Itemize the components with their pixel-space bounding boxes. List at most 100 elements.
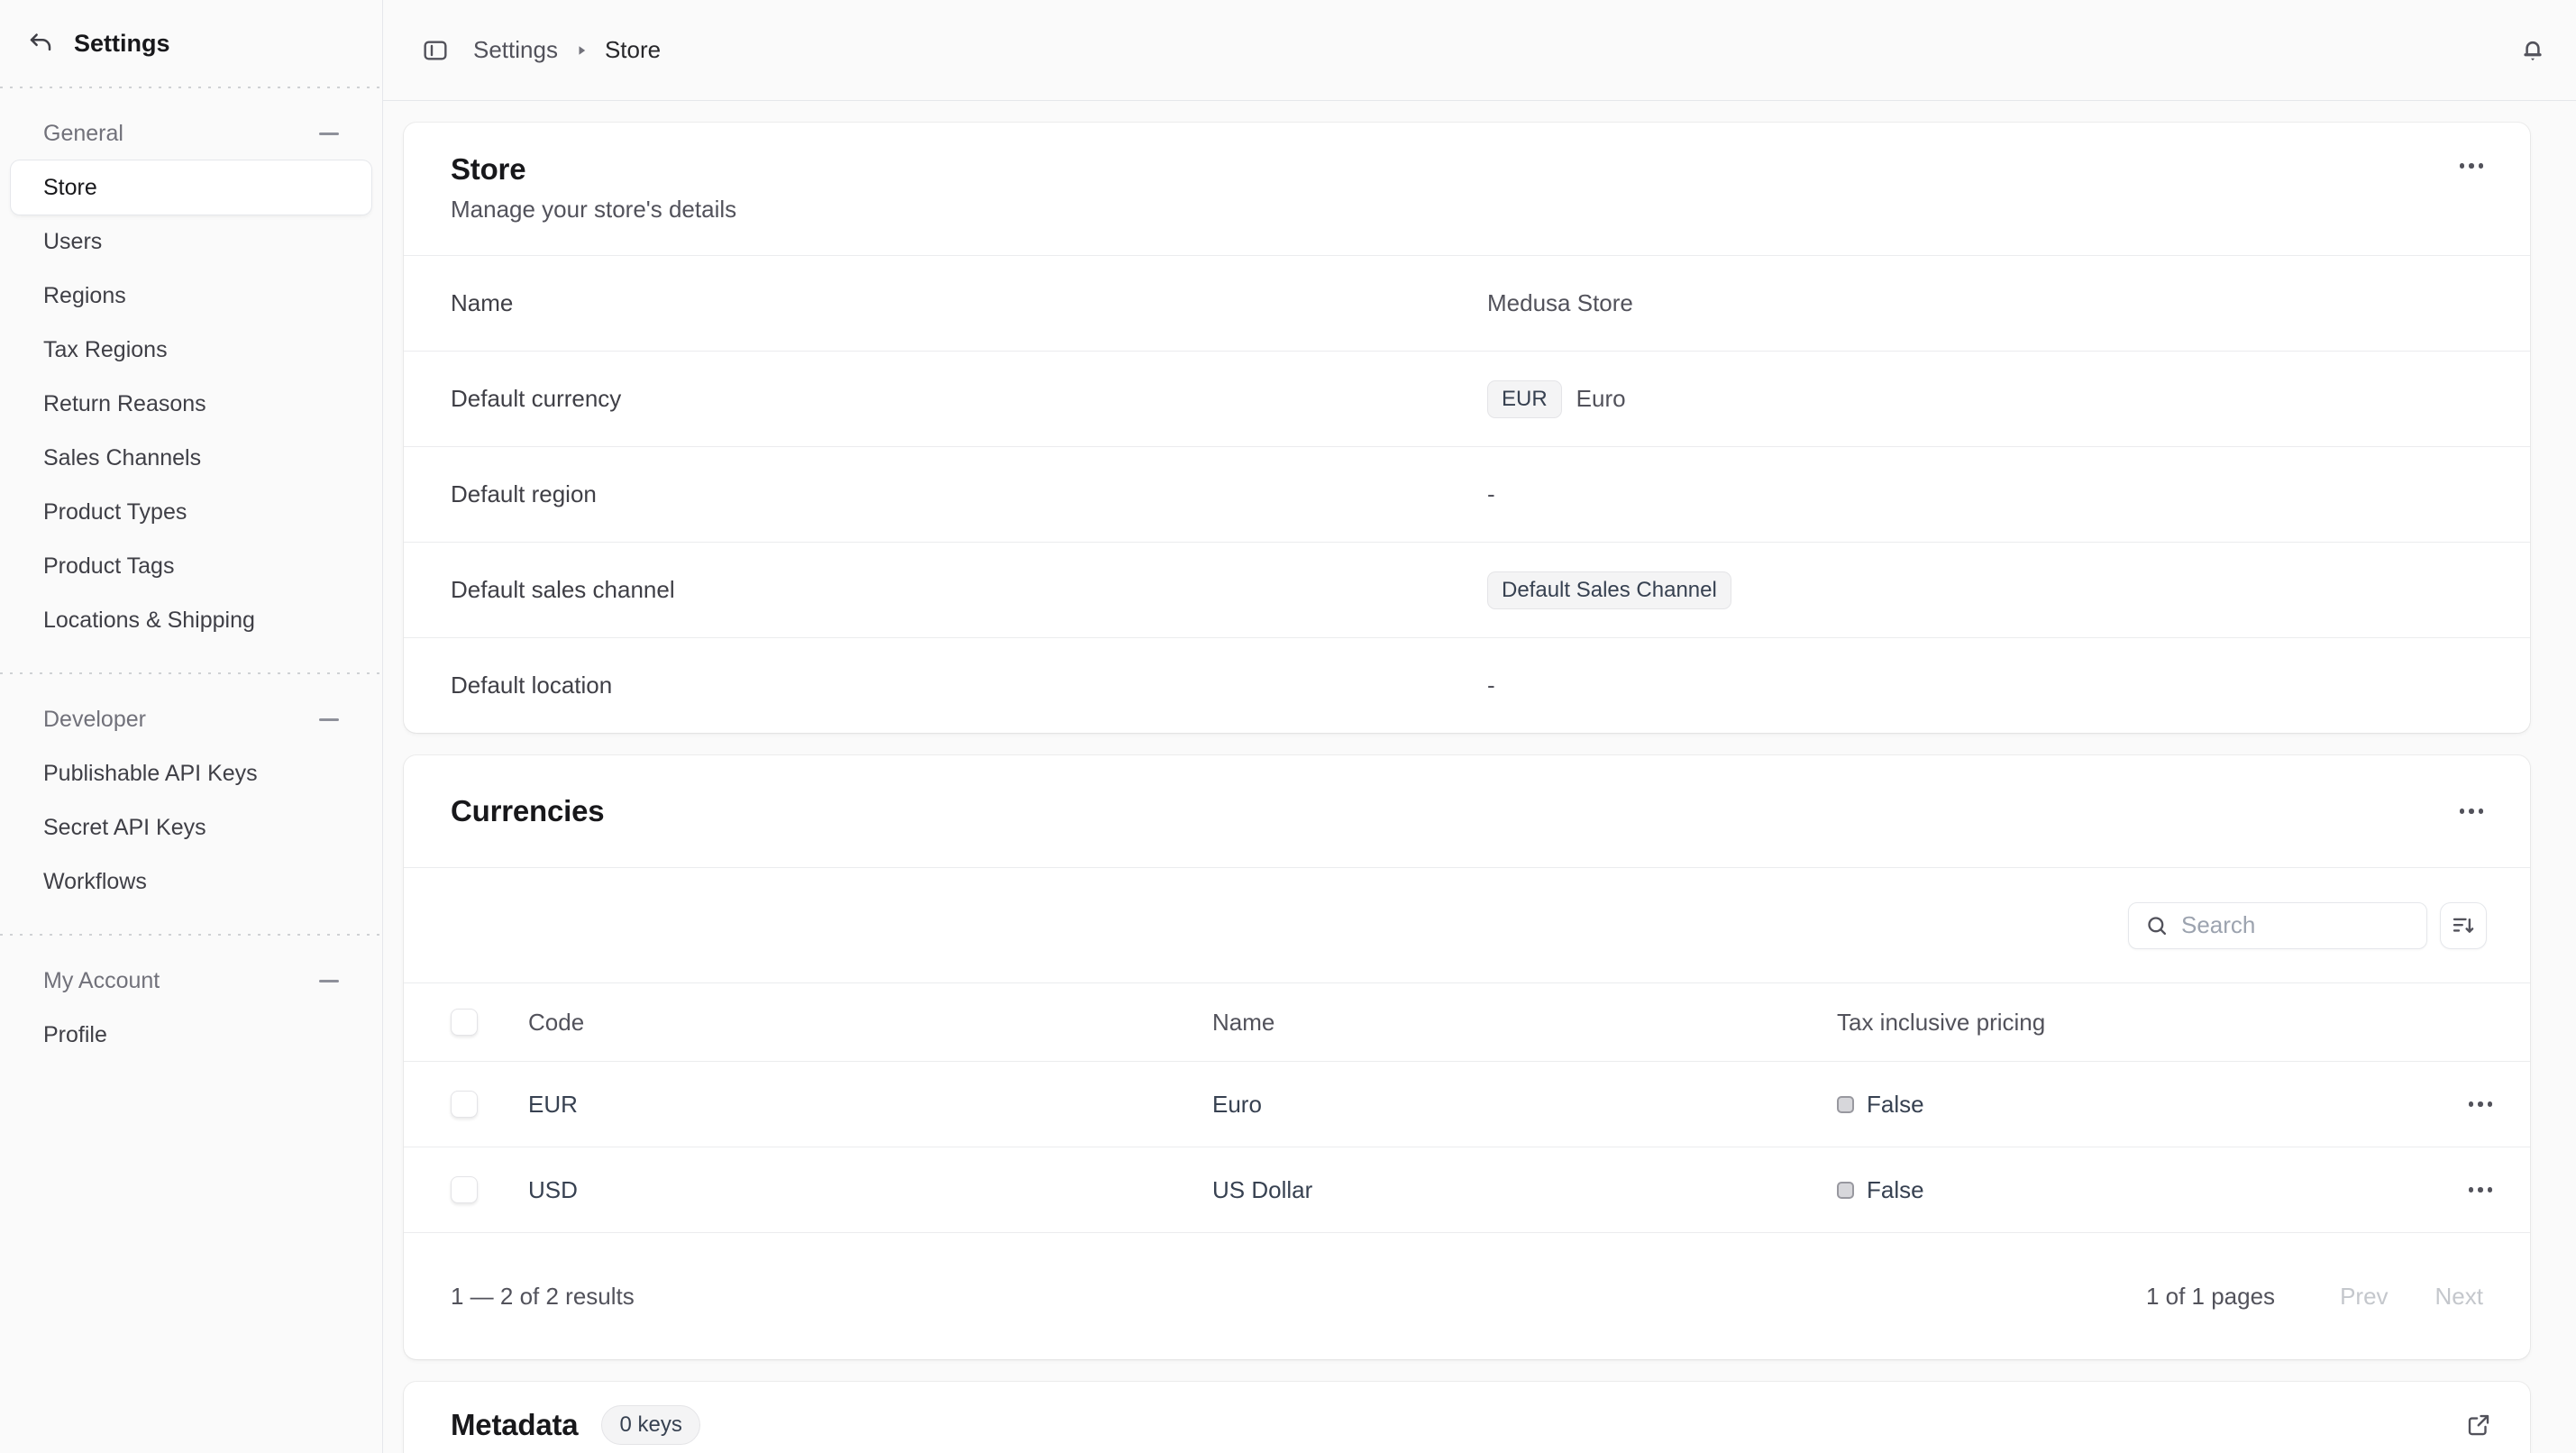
notifications-button[interactable] (2513, 31, 2553, 70)
row-label: Name (451, 289, 1487, 317)
false-indicator-icon (1837, 1096, 1854, 1113)
sidebar-item-users[interactable]: Users (11, 215, 371, 269)
currency-code-badge: EUR (1487, 380, 1562, 418)
collapse-icon (319, 133, 339, 135)
sidebar-item-workflows[interactable]: Workflows (11, 854, 371, 909)
row-checkbox[interactable] (451, 1176, 478, 1203)
ellipsis-icon (2460, 163, 2465, 169)
currencies-menu-button[interactable] (2449, 798, 2495, 825)
sidebar-toggle-button[interactable] (416, 31, 455, 70)
store-row-name: Name Medusa Store (404, 255, 2530, 351)
sidebar-item-locations-shipping[interactable]: Locations & Shipping (11, 593, 371, 647)
currencies-pagination: 1 — 2 of 2 results 1 of 1 pages Prev Nex… (404, 1232, 2530, 1359)
section-header-general[interactable]: General (11, 106, 371, 160)
store-row-default-region: Default region - (404, 446, 2530, 542)
store-row-default-sales-channel: Default sales channel Default Sales Chan… (404, 542, 2530, 637)
main-area: Settings Store Store Manage (383, 0, 2576, 1453)
select-all-checkbox[interactable] (451, 1009, 478, 1036)
sidebar-section-my-account: My Account Profile (0, 936, 382, 1087)
topbar: Settings Store (383, 0, 2576, 101)
section-label: My Account (43, 968, 160, 994)
sidebar-item-product-tags[interactable]: Product Tags (11, 539, 371, 593)
sidebar-item-publishable-api-keys[interactable]: Publishable API Keys (11, 746, 371, 800)
row-label: Default region (451, 480, 1487, 508)
row-label: Default currency (451, 385, 1487, 413)
currency-row-eur[interactable]: EUR Euro False (404, 1061, 2530, 1147)
row-label: Default location (451, 672, 1487, 699)
row-checkbox[interactable] (451, 1091, 478, 1118)
column-header-tax-inclusive: Tax inclusive pricing (1837, 1009, 2431, 1037)
currencies-table-header: Code Name Tax inclusive pricing (404, 982, 2530, 1061)
store-card: Store Manage your store's details Name M… (404, 123, 2530, 733)
row-value: Euro (1576, 385, 1626, 413)
sidebar-item-product-types[interactable]: Product Types (11, 485, 371, 539)
bell-icon (2518, 36, 2547, 65)
metadata-card: Metadata 0 keys (404, 1382, 2530, 1453)
collapse-icon (319, 980, 339, 982)
search-input[interactable] (2128, 902, 2427, 949)
section-label: General (43, 121, 123, 147)
external-link-icon (2465, 1412, 2492, 1439)
section-header-developer[interactable]: Developer (11, 692, 371, 746)
metadata-edit-button[interactable] (2460, 1406, 2498, 1444)
settings-content: Store Manage your store's details Name M… (383, 101, 2576, 1453)
sort-descending-icon (2450, 912, 2477, 939)
row-label: Default sales channel (451, 576, 1487, 604)
store-card-subtitle: Manage your store's details (451, 196, 736, 224)
cell-tax-inclusive: False (1867, 1176, 1924, 1204)
collapse-icon (319, 718, 339, 721)
metadata-card-title: Metadata (451, 1408, 578, 1442)
sidebar-item-regions[interactable]: Regions (11, 269, 371, 323)
search-box (2128, 902, 2427, 949)
results-count: 1 — 2 of 2 results (451, 1283, 635, 1311)
ellipsis-icon (2469, 1187, 2474, 1193)
currency-row-menu-button[interactable] (2458, 1091, 2504, 1118)
store-row-default-location: Default location - (404, 637, 2530, 733)
metadata-keys-badge: 0 keys (601, 1405, 699, 1445)
sidebar-section-general: General Store Users Regions Tax Regions … (0, 88, 382, 672)
currencies-card: Currencies (404, 755, 2530, 1359)
sidebar-section-developer: Developer Publishable API Keys Secret AP… (0, 674, 382, 934)
app-root: Settings General Store Users Regions Tax… (0, 0, 2576, 1453)
row-value: - (1487, 672, 2483, 699)
store-card-title: Store (451, 152, 736, 187)
sales-channel-badge: Default Sales Channel (1487, 571, 1731, 609)
sidebar-item-tax-regions[interactable]: Tax Regions (11, 323, 371, 377)
sidebar-item-sales-channels[interactable]: Sales Channels (11, 431, 371, 485)
breadcrumb-store: Store (605, 36, 661, 64)
store-menu-button[interactable] (2449, 152, 2495, 179)
search-icon (2144, 913, 2170, 938)
sidebar-item-secret-api-keys[interactable]: Secret API Keys (11, 800, 371, 854)
row-value: Medusa Store (1487, 289, 2483, 317)
sidebar-item-profile[interactable]: Profile (11, 1008, 371, 1062)
column-header-name: Name (1212, 1009, 1837, 1037)
section-header-my-account[interactable]: My Account (11, 954, 371, 1008)
column-header-code: Code (528, 1009, 1212, 1037)
cell-code: USD (528, 1176, 1212, 1204)
sidebar-back-header[interactable]: Settings (0, 0, 382, 87)
breadcrumb-separator-icon (572, 41, 590, 59)
sidebar-title: Settings (74, 30, 170, 58)
currency-row-menu-button[interactable] (2458, 1176, 2504, 1203)
sidebar-toggle-icon (421, 36, 450, 65)
ellipsis-icon (2469, 1101, 2474, 1107)
sidebar-item-return-reasons[interactable]: Return Reasons (11, 377, 371, 431)
sort-button[interactable] (2440, 902, 2487, 949)
cell-name: Euro (1212, 1091, 1837, 1119)
page-count: 1 of 1 pages (2146, 1283, 2275, 1311)
currencies-card-title: Currencies (451, 794, 604, 828)
ellipsis-icon (2460, 809, 2465, 814)
cell-name: US Dollar (1212, 1176, 1837, 1204)
currencies-toolbar (404, 867, 2530, 982)
currency-row-usd[interactable]: USD US Dollar False (404, 1147, 2530, 1232)
store-row-default-currency: Default currency EUR Euro (404, 351, 2530, 446)
next-page-button[interactable]: Next (2412, 1283, 2507, 1311)
cell-tax-inclusive: False (1867, 1091, 1924, 1119)
breadcrumb-settings[interactable]: Settings (473, 36, 558, 64)
settings-sidebar: Settings General Store Users Regions Tax… (0, 0, 383, 1453)
false-indicator-icon (1837, 1182, 1854, 1199)
breadcrumb: Settings Store (473, 36, 661, 64)
prev-page-button[interactable]: Prev (2316, 1283, 2411, 1311)
section-label: Developer (43, 707, 146, 733)
sidebar-item-store[interactable]: Store (11, 160, 371, 215)
